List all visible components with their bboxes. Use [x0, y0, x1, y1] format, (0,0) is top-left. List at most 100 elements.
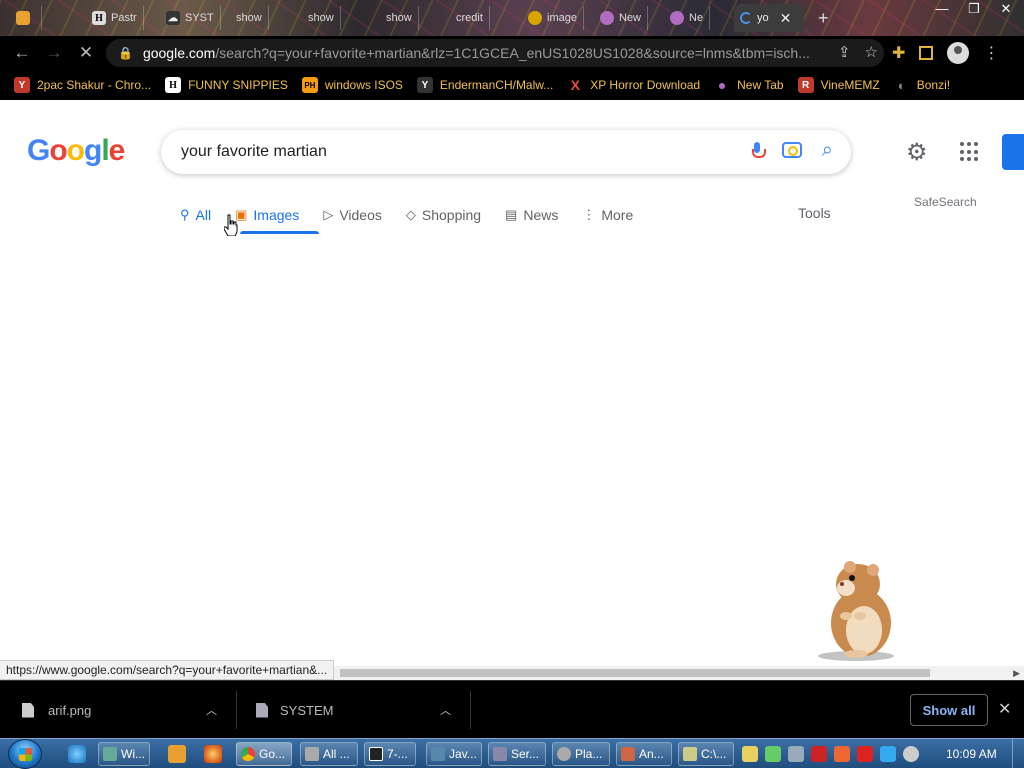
- google-apps-icon[interactable]: [960, 142, 980, 162]
- file-icon: [22, 702, 34, 718]
- back-icon[interactable]: ←: [6, 37, 38, 69]
- tab-4[interactable]: show: [230, 6, 269, 30]
- extensions-puzzle-icon[interactable]: ✚: [892, 43, 905, 63]
- media-player-icon[interactable]: [168, 745, 186, 763]
- tray-icon[interactable]: [834, 746, 850, 762]
- search-icon: ⚲: [180, 207, 190, 222]
- share-icon[interactable]: ⇪: [838, 43, 851, 61]
- bookmark-favicon-icon: ●: [717, 77, 727, 93]
- stop-loading-icon[interactable]: ✕: [70, 37, 102, 69]
- bookmark-item[interactable]: Y EndermanCH/Malw...: [416, 77, 553, 93]
- tab-6[interactable]: show: [380, 6, 419, 30]
- tab-more[interactable]: ⋮ More: [582, 204, 633, 226]
- taskbar-button[interactable]: An...: [616, 742, 672, 766]
- taskbar-label: Ser...: [511, 747, 540, 761]
- loading-spinner-icon: [740, 12, 752, 24]
- close-icon[interactable]: ✕: [998, 699, 1011, 719]
- taskbar-button-chrome[interactable]: Go...: [236, 742, 292, 766]
- show-desktop-button[interactable]: [1012, 739, 1024, 769]
- tab-label: Ne: [689, 12, 704, 24]
- bookmark-item[interactable]: PH windows ISOS: [301, 77, 403, 93]
- tab-shopping[interactable]: ◇ Shopping: [406, 204, 481, 226]
- taskbar-button[interactable]: Wi...: [98, 742, 150, 766]
- taskbar-button[interactable]: C:\...: [678, 742, 734, 766]
- bookmark-label: Bonzi!: [916, 78, 951, 92]
- taskbar-button[interactable]: Pla...: [552, 742, 610, 766]
- sign-in-button[interactable]: [1002, 134, 1024, 170]
- start-button[interactable]: [8, 739, 42, 769]
- tab-strip: H Pastr ☁ SYST show show show credit ima…: [0, 0, 1024, 36]
- camera-lens-icon[interactable]: [781, 142, 802, 158]
- forward-icon[interactable]: →: [38, 37, 70, 69]
- tab-3[interactable]: ☁ SYST: [160, 6, 221, 30]
- tab-8[interactable]: image: [522, 6, 584, 30]
- show-all-button[interactable]: Show all: [910, 694, 988, 726]
- tab-label: show: [386, 12, 412, 24]
- menu-kebab-icon[interactable]: ⋮: [983, 43, 999, 63]
- hamster-mascot-icon: [818, 561, 894, 661]
- tab-9[interactable]: New: [594, 6, 649, 30]
- volume-icon[interactable]: [903, 746, 919, 762]
- tab-1[interactable]: [10, 6, 42, 30]
- minimize-icon[interactable]: —: [926, 0, 958, 18]
- firefox-icon[interactable]: [204, 745, 222, 763]
- taskbar-button[interactable]: Jav...: [426, 742, 482, 766]
- cloud-icon: ☁: [166, 11, 180, 25]
- chevron-up-icon[interactable]: ︿: [440, 702, 451, 718]
- bookmark-label: FUNNY SNIPPIES: [188, 78, 288, 92]
- tab-images[interactable]: ▣ Images: [235, 204, 299, 226]
- bookmark-item[interactable]: ● New Tab: [714, 77, 784, 93]
- bookmark-item[interactable]: R VineMEMZ: [797, 77, 880, 93]
- monitor-icon[interactable]: [880, 746, 896, 762]
- chevron-up-icon[interactable]: ︿: [206, 702, 217, 718]
- bookmark-favicon-icon: ◐: [897, 77, 906, 93]
- taskbar-button[interactable]: All ...: [300, 742, 358, 766]
- side-panel-icon[interactable]: [919, 46, 934, 60]
- tray-icon[interactable]: [788, 746, 804, 762]
- tray-icon[interactable]: [742, 746, 758, 762]
- bookmarks-bar: Y 2pac Shakur - Chro... H FUNNY SNIPPIES…: [0, 70, 1024, 100]
- tab-videos[interactable]: ▷ Videos: [323, 204, 382, 226]
- bookmark-item[interactable]: H FUNNY SNIPPIES: [165, 77, 288, 93]
- scroll-right-icon[interactable]: ▶: [1013, 666, 1020, 680]
- bookmark-star-icon[interactable]: ☆: [865, 43, 878, 61]
- tab-10[interactable]: Ne: [664, 6, 711, 30]
- tab-7[interactable]: credit: [450, 6, 490, 30]
- tray-icon[interactable]: [811, 746, 827, 762]
- address-bar[interactable]: 🔒 google.com /search?q=your+favorite+mar…: [106, 39, 884, 67]
- safesearch-link[interactable]: SafeSearch: [914, 195, 977, 209]
- close-window-icon[interactable]: ✕: [990, 0, 1022, 18]
- clock[interactable]: 10:09 AM: [946, 747, 997, 761]
- bookmark-item[interactable]: X XP Horror Download: [567, 77, 701, 93]
- taskbar-label: Jav...: [449, 747, 477, 761]
- bookmark-favicon-icon: Y: [416, 77, 433, 93]
- microphone-icon[interactable]: [751, 142, 766, 158]
- flag-icon[interactable]: [857, 746, 873, 762]
- tab-all[interactable]: ⚲ All: [180, 204, 211, 226]
- download-item[interactable]: SYSTEM ︿: [256, 681, 456, 739]
- bookmark-label: 2pac Shakur - Chro...: [37, 78, 152, 92]
- tab-5[interactable]: show: [302, 6, 341, 30]
- restore-icon[interactable]: ❐: [958, 0, 990, 18]
- tools-button[interactable]: Tools: [798, 205, 831, 221]
- search-icon[interactable]: ⌕: [822, 140, 833, 160]
- taskbar-label: Wi...: [121, 747, 145, 761]
- scrollbar-thumb[interactable]: [340, 669, 930, 677]
- tab-news[interactable]: ▤ News: [505, 204, 558, 226]
- download-item[interactable]: arif.png ︿: [22, 681, 222, 739]
- google-logo[interactable]: Google: [27, 134, 125, 168]
- taskbar-button[interactable]: Ser...: [488, 742, 546, 766]
- taskbar-button[interactable]: 7-...: [364, 742, 416, 766]
- search-input[interactable]: your favorite martian ⌕: [161, 130, 851, 174]
- tray-icon[interactable]: [765, 746, 781, 762]
- bookmark-item[interactable]: Y 2pac Shakur - Chro...: [14, 77, 151, 93]
- internet-explorer-icon[interactable]: [68, 745, 86, 763]
- taskbar-label: Pla...: [575, 747, 603, 761]
- close-tab-icon[interactable]: ✕: [780, 10, 792, 27]
- tab-2[interactable]: H Pastr: [86, 6, 144, 30]
- tab-active[interactable]: yo ✕: [734, 4, 804, 32]
- settings-gear-icon[interactable]: ⚙: [906, 138, 928, 167]
- new-tab-button[interactable]: +: [818, 8, 829, 29]
- profile-avatar-icon[interactable]: [947, 42, 970, 64]
- bookmark-item[interactable]: ◐ Bonzi!: [894, 77, 950, 93]
